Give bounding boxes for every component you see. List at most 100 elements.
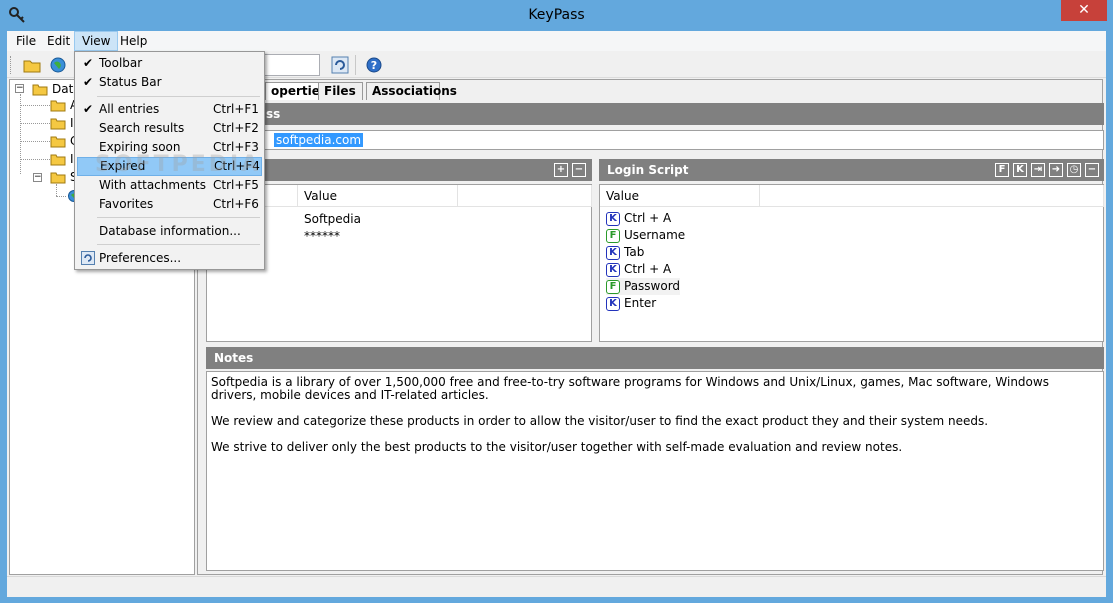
menu-item-label: Favorites xyxy=(99,197,154,211)
help-icon[interactable]: ? xyxy=(364,55,384,75)
menu-item-label: Preferences... xyxy=(99,251,182,265)
folder-icon xyxy=(50,100,66,112)
preferences-icon xyxy=(81,251,95,265)
menu-view[interactable]: View xyxy=(74,31,119,51)
insert-key-icon[interactable]: K xyxy=(1013,163,1027,177)
column-header-value[interactable]: Value xyxy=(600,185,760,207)
check-icon: ✔ xyxy=(83,75,94,89)
field-step-icon: F xyxy=(606,228,620,243)
script-step[interactable]: F Password xyxy=(606,278,681,295)
view-menu-search-results[interactable]: Search results Ctrl+F2 xyxy=(77,119,262,138)
view-menu-expiring-soon[interactable]: Expiring soon Ctrl+F3 xyxy=(77,138,262,157)
toolbar-search-input[interactable] xyxy=(262,54,320,76)
menu-item-label: All entries xyxy=(99,102,160,116)
address-header: ss xyxy=(206,103,1104,125)
insert-enter-icon[interactable]: ➜ xyxy=(1049,163,1063,177)
menu-shortcut: Ctrl+F1 xyxy=(213,102,259,116)
key-step-icon: K xyxy=(606,245,620,260)
view-menu-with-attachments[interactable]: With attachments Ctrl+F5 xyxy=(77,176,262,195)
tree-connector xyxy=(56,184,57,196)
url-selected-text: softpedia.com xyxy=(274,133,364,147)
title-bar[interactable]: KeyPass ✕ xyxy=(0,0,1113,31)
remove-step-icon[interactable]: − xyxy=(1085,163,1099,177)
view-menu-preferences[interactable]: Preferences... xyxy=(77,249,262,268)
script-step[interactable]: K Ctrl + A xyxy=(606,210,671,227)
tree-expander-root[interactable]: − xyxy=(15,84,24,93)
globe-icon[interactable] xyxy=(48,55,68,75)
tree-expander-group[interactable]: − xyxy=(33,173,42,182)
insert-delay-icon[interactable]: ◷ xyxy=(1067,163,1081,177)
column-header-extra[interactable] xyxy=(760,185,1104,207)
menu-help[interactable]: Help xyxy=(113,31,154,51)
entry-details-pane: operties Files Associations ss softpedia… xyxy=(197,79,1104,575)
view-menu-dropdown: ✔ Toolbar ✔ Status Bar ✔ All entries Ctr… xyxy=(74,51,265,270)
field-value[interactable]: ****** xyxy=(304,229,340,243)
menu-edit[interactable]: Edit xyxy=(40,31,77,51)
script-step-text: Ctrl + A xyxy=(624,262,672,276)
tree-group-label[interactable]: I xyxy=(70,152,74,166)
menu-shortcut: Ctrl+F6 xyxy=(213,197,259,211)
login-script-list: Value K Ctrl + A F Username K Tab K Ctrl + A… xyxy=(599,184,1104,342)
script-step-text: Tab xyxy=(624,245,645,259)
menu-item-label: Expired xyxy=(100,159,146,173)
tree-connector xyxy=(20,94,21,174)
script-step-text: Enter xyxy=(624,296,657,310)
field-step-icon: F xyxy=(606,279,620,294)
tree-group-label[interactable]: I xyxy=(70,116,74,130)
menu-file[interactable]: File xyxy=(9,31,43,51)
add-field-icon[interactable]: + xyxy=(554,163,568,177)
tree-connector xyxy=(56,196,66,197)
view-menu-database-info[interactable]: Database information... xyxy=(77,222,262,241)
column-header-extra[interactable] xyxy=(458,185,592,207)
script-step[interactable]: K Tab xyxy=(606,244,644,261)
menu-item-label: Database information... xyxy=(99,224,241,238)
view-menu-status-bar[interactable]: ✔ Status Bar xyxy=(77,73,262,92)
url-field[interactable]: softpedia.com xyxy=(206,130,1104,150)
script-step[interactable]: F Username xyxy=(606,227,685,244)
folder-icon xyxy=(32,84,48,96)
check-icon: ✔ xyxy=(83,102,94,116)
login-script-label: Login Script xyxy=(607,163,689,177)
menu-item-label: Status Bar xyxy=(99,75,162,89)
notes-header: Notes xyxy=(206,347,1104,369)
column-header-value[interactable]: Value xyxy=(298,185,458,207)
view-menu-favorites[interactable]: Favorites Ctrl+F6 xyxy=(77,195,262,214)
tree-connector xyxy=(20,141,50,142)
notes-paragraph: We review and categorize these products … xyxy=(211,414,989,428)
menu-separator xyxy=(97,96,260,97)
open-folder-icon[interactable] xyxy=(22,55,42,75)
field-value[interactable]: Softpedia xyxy=(304,212,361,226)
notes-area[interactable]: Softpedia is a library of over 1,500,000… xyxy=(206,371,1104,571)
tab-properties[interactable]: operties xyxy=(265,82,327,100)
close-icon: ✕ xyxy=(1078,2,1090,18)
script-step[interactable]: K Enter xyxy=(606,295,656,312)
toolbar-grip[interactable] xyxy=(10,56,13,74)
tree-connector xyxy=(20,123,50,124)
remove-field-icon[interactable]: − xyxy=(572,163,586,177)
menu-item-label: Expiring soon xyxy=(99,140,181,154)
toolbar-separator xyxy=(355,55,356,75)
app-window: KeyPass ✕ File Edit View Help ? − Data I… xyxy=(0,0,1113,603)
menu-item-label: With attachments xyxy=(99,178,207,192)
script-step-text: Ctrl + A xyxy=(624,211,672,225)
view-menu-toolbar[interactable]: ✔ Toolbar xyxy=(77,54,262,73)
insert-field-icon[interactable]: F xyxy=(995,163,1009,177)
refresh-icon[interactable] xyxy=(330,55,350,75)
key-step-icon: K xyxy=(606,262,620,277)
view-menu-expired[interactable]: Expired Ctrl+F4 xyxy=(77,157,262,176)
notes-paragraph: We strive to deliver only the best produ… xyxy=(211,440,903,454)
window-title: KeyPass xyxy=(528,7,585,23)
script-step-text: Password xyxy=(624,279,681,293)
tab-associations[interactable]: Associations xyxy=(366,82,457,100)
tree-connector xyxy=(20,105,50,106)
menu-separator xyxy=(97,217,260,218)
tab-files[interactable]: Files xyxy=(318,82,363,100)
script-step[interactable]: K Ctrl + A xyxy=(606,261,671,278)
menu-shortcut: Ctrl+F4 xyxy=(214,159,260,173)
menu-shortcut: Ctrl+F3 xyxy=(213,140,259,154)
folder-icon xyxy=(50,172,66,184)
close-button[interactable]: ✕ xyxy=(1061,0,1107,21)
notes-text: Softpedia is a library of over 1,500,000… xyxy=(211,376,1095,467)
insert-tab-icon[interactable]: ⇥ xyxy=(1031,163,1045,177)
view-menu-all-entries[interactable]: ✔ All entries Ctrl+F1 xyxy=(77,100,262,119)
